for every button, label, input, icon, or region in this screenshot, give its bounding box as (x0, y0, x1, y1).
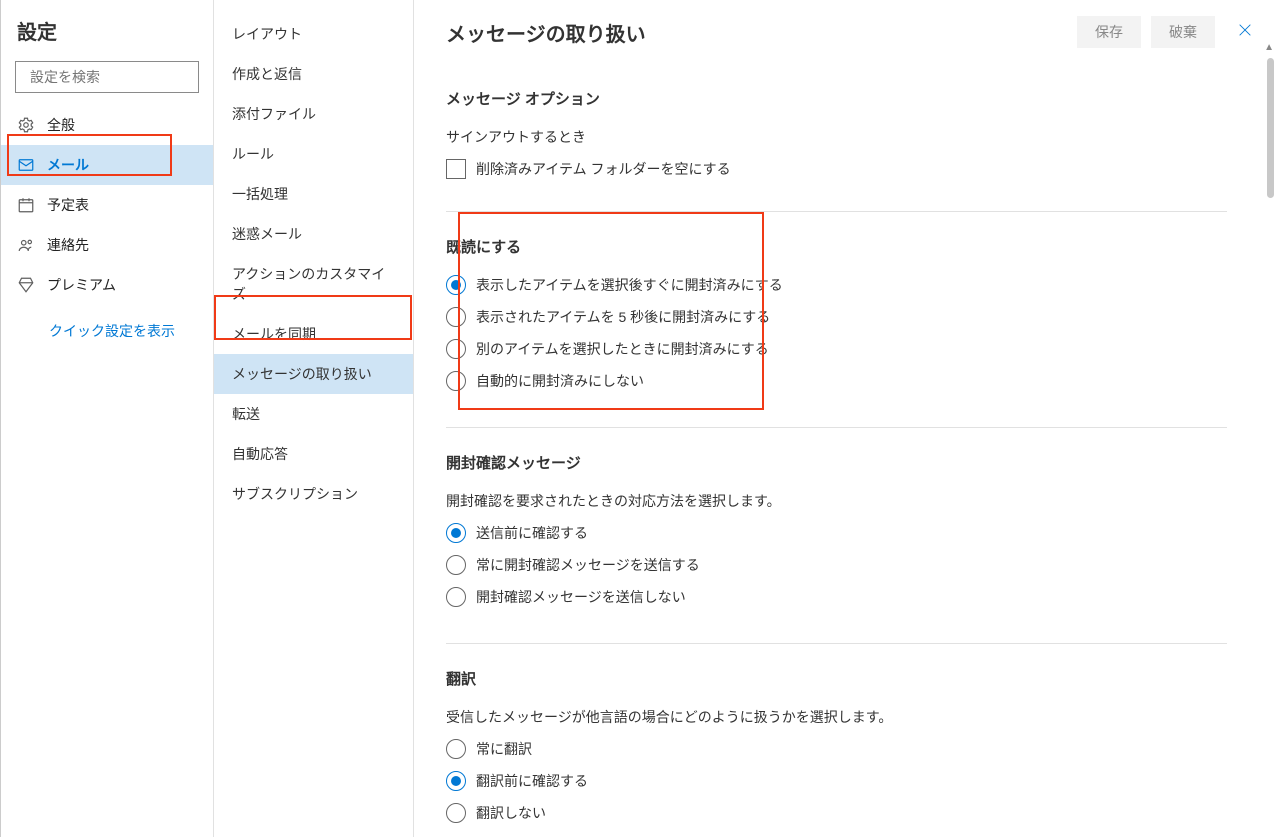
section-title: 開封確認メッセージ (446, 452, 1227, 473)
radio-label: 表示されたアイテムを 5 秒後に開封済みにする (476, 307, 770, 327)
translate-option-ask[interactable]: 翻訳前に確認する (446, 771, 1227, 791)
read-option-5sec[interactable]: 表示されたアイテムを 5 秒後に開封済みにする (446, 307, 1227, 327)
category-label: プレミアム (47, 275, 116, 295)
radio-icon (446, 371, 466, 391)
receipt-option-ask[interactable]: 送信前に確認する (446, 523, 1227, 543)
page-title: メッセージの取り扱い (446, 18, 1077, 47)
sub-actions[interactable]: アクションのカスタマイズ (214, 254, 413, 314)
sub-sweep[interactable]: 一括処理 (214, 174, 413, 214)
sub-layout[interactable]: レイアウト (214, 14, 413, 54)
category-label: 連絡先 (47, 235, 89, 255)
sub-autoreply[interactable]: 自動応答 (214, 434, 413, 474)
receipt-option-never[interactable]: 開封確認メッセージを送信しない (446, 587, 1227, 607)
category-mail[interactable]: メール (1, 145, 213, 185)
category-list: 全般 メール 予定表 連絡先 プレミアム (1, 105, 213, 305)
search-input[interactable] (28, 68, 213, 86)
radio-icon (446, 523, 466, 543)
read-option-never[interactable]: 自動的に開封済みにしない (446, 371, 1227, 391)
radio-label: 表示したアイテムを選択後すぐに開封済みにする (476, 275, 783, 295)
settings-categories: 設定 全般 メール 予定表 連絡先 プレミアム (1, 0, 214, 837)
close-button[interactable] (1225, 20, 1265, 45)
quick-settings-link[interactable]: クイック設定を表示 (1, 305, 213, 341)
receipt-option-always[interactable]: 常に開封確認メッセージを送信する (446, 555, 1227, 575)
sub-subscriptions[interactable]: サブスクリプション (214, 474, 413, 514)
people-icon (17, 236, 35, 254)
read-option-immediate[interactable]: 表示したアイテムを選択後すぐに開封済みにする (446, 275, 1227, 295)
search-box[interactable] (15, 61, 199, 93)
radio-label: 自動的に開封済みにしない (476, 371, 644, 391)
category-contacts[interactable]: 連絡先 (1, 225, 213, 265)
category-premium[interactable]: プレミアム (1, 265, 213, 305)
sub-junk[interactable]: 迷惑メール (214, 214, 413, 254)
radio-label: 翻訳しない (476, 803, 546, 823)
translate-option-always[interactable]: 常に翻訳 (446, 739, 1227, 759)
category-label: 全般 (47, 115, 75, 135)
radio-label: 常に翻訳 (476, 739, 532, 759)
section-desc: 開封確認を要求されたときの対応方法を選択します。 (446, 491, 1227, 511)
radio-icon (446, 275, 466, 295)
section-mark-as-read: 既読にする 表示したアイテムを選択後すぐに開封済みにする 表示されたアイテムを … (446, 212, 1227, 428)
translate-option-never[interactable]: 翻訳しない (446, 803, 1227, 823)
radio-icon (446, 803, 466, 823)
checkbox-icon (446, 159, 466, 179)
section-translate: 翻訳 受信したメッセージが他言語の場合にどのように扱うかを選択します。 常に翻訳… (446, 644, 1227, 837)
sub-compose[interactable]: 作成と返信 (214, 54, 413, 94)
radio-icon (446, 771, 466, 791)
scroll-up-icon: ▲ (1264, 42, 1274, 53)
sub-attachments[interactable]: 添付ファイル (214, 94, 413, 134)
section-message-options: メッセージ オプション サインアウトするとき 削除済みアイテム フォルダーを空に… (446, 64, 1227, 212)
category-label: メール (47, 155, 89, 175)
settings-content: メッセージの取り扱い 保存 破棄 メッセージ オプション サインアウトするとき … (414, 0, 1277, 837)
content-header: メッセージの取り扱い 保存 破棄 (414, 0, 1277, 64)
gear-icon (17, 116, 35, 134)
section-title: メッセージ オプション (446, 88, 1227, 109)
content-body: メッセージ オプション サインアウトするとき 削除済みアイテム フォルダーを空に… (414, 64, 1277, 837)
radio-icon (446, 307, 466, 327)
radio-icon (446, 555, 466, 575)
radio-icon (446, 739, 466, 759)
sub-rules[interactable]: ルール (214, 134, 413, 174)
diamond-icon (17, 276, 35, 294)
signout-label: サインアウトするとき (446, 127, 1227, 147)
radio-icon (446, 587, 466, 607)
scrollbar[interactable]: ▲ (1261, 58, 1277, 837)
sub-message-handling[interactable]: メッセージの取り扱い (214, 354, 413, 394)
settings-title: 設定 (1, 16, 213, 61)
sub-forwarding[interactable]: 転送 (214, 394, 413, 434)
radio-icon (446, 339, 466, 359)
radio-label: 翻訳前に確認する (476, 771, 588, 791)
empty-deleted-checkbox[interactable]: 削除済みアイテム フォルダーを空にする (446, 159, 1227, 179)
section-title: 既読にする (446, 236, 1227, 257)
checkbox-label: 削除済みアイテム フォルダーを空にする (476, 159, 731, 179)
save-button[interactable]: 保存 (1077, 16, 1141, 48)
radio-label: 開封確認メッセージを送信しない (476, 587, 686, 607)
discard-button[interactable]: 破棄 (1151, 16, 1215, 48)
calendar-icon (17, 196, 35, 214)
radio-label: 別のアイテムを選択したときに開封済みにする (476, 339, 769, 359)
category-general[interactable]: 全般 (1, 105, 213, 145)
settings-dialog: 設定 全般 メール 予定表 連絡先 プレミアム (0, 0, 1277, 837)
category-label: 予定表 (47, 195, 89, 215)
subcategory-list: レイアウト 作成と返信 添付ファイル ルール 一括処理 迷惑メール アクションの… (214, 0, 414, 837)
category-calendar[interactable]: 予定表 (1, 185, 213, 225)
sub-sync[interactable]: メールを同期 (214, 314, 413, 354)
section-read-receipts: 開封確認メッセージ 開封確認を要求されたときの対応方法を選択します。 送信前に確… (446, 428, 1227, 644)
section-desc: 受信したメッセージが他言語の場合にどのように扱うかを選択します。 (446, 707, 1227, 727)
radio-label: 送信前に確認する (476, 523, 588, 543)
read-option-selection[interactable]: 別のアイテムを選択したときに開封済みにする (446, 339, 1227, 359)
radio-label: 常に開封確認メッセージを送信する (476, 555, 700, 575)
section-title: 翻訳 (446, 668, 1227, 689)
close-icon (1237, 22, 1253, 38)
mail-icon (17, 156, 35, 174)
